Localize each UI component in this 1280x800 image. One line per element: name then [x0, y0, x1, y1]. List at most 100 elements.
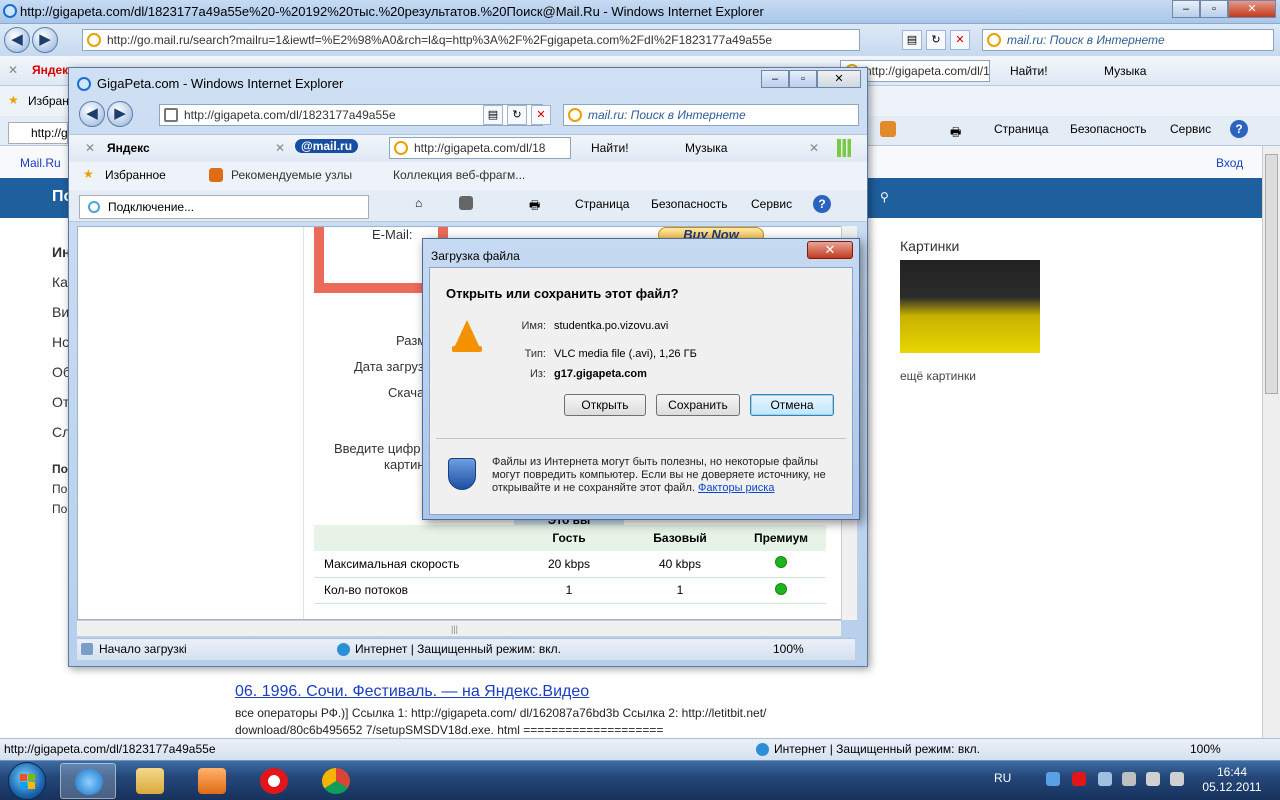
cancel-button[interactable]: Отмена: [750, 394, 834, 416]
minimize-button[interactable]: –: [1172, 0, 1200, 18]
inner-maximize-button[interactable]: ▫: [789, 70, 817, 88]
inner-search-box[interactable]: mail.ru: Поиск в Интернете: [563, 104, 859, 126]
login-link[interactable]: Вход: [1216, 156, 1243, 170]
taskbar-explorer[interactable]: [122, 763, 178, 799]
taskbar-ie[interactable]: [60, 763, 116, 799]
compat-view-icon[interactable]: ▤: [902, 30, 922, 50]
search-result-title[interactable]: 06. 1996. Сочи. Фестиваль. — на Яндекс.В…: [235, 683, 589, 701]
find-button[interactable]: Найти!: [1010, 64, 1048, 78]
mailru-button[interactable]: @mail.ru: [295, 139, 359, 153]
taskbar-media-player[interactable]: [184, 763, 240, 799]
network-icon[interactable]: [1098, 772, 1112, 786]
file-name: studentka.po.vizovu.avi: [554, 320, 669, 332]
scroll-grip-icon[interactable]: |||: [451, 624, 458, 634]
tools-menu[interactable]: Сервис: [751, 197, 792, 211]
page-left-column: [78, 227, 304, 619]
page-menu[interactable]: Страница: [575, 197, 629, 211]
left-nav-item[interactable]: Ка: [52, 274, 68, 290]
stop-icon[interactable]: ✕: [950, 30, 970, 50]
dialog-warning: Файлы из Интернета могут быть полезны, н…: [492, 456, 838, 495]
print-icon[interactable]: 🖶: [950, 123, 961, 144]
mailru-search-icon: [568, 108, 582, 122]
inner-toolbar-address[interactable]: http://gigapeta.com/dl/18: [389, 137, 571, 159]
tariff-header-cell: [314, 525, 514, 551]
toolbar-close-icon[interactable]: ✕: [809, 141, 819, 155]
unlimited-icon: [775, 556, 787, 569]
music-button[interactable]: Музыка: [685, 141, 727, 155]
language-indicator[interactable]: RU: [994, 771, 1011, 785]
clock[interactable]: 16:44 05.12.2011: [1196, 765, 1268, 795]
help-icon[interactable]: ?: [1230, 120, 1248, 138]
tariff-basic-value: 40 kbps: [624, 551, 736, 578]
left-nav-item[interactable]: От: [52, 394, 69, 410]
recommended-sites-button[interactable]: Рекомендуемые узлы: [231, 168, 352, 182]
search-icon[interactable]: ⚲: [880, 190, 889, 204]
tray-icon[interactable]: [1046, 772, 1060, 786]
page-menu[interactable]: Страница: [994, 122, 1048, 136]
left-nav-item[interactable]: По: [52, 482, 67, 496]
risk-factors-link[interactable]: Факторы риска: [698, 482, 774, 494]
tariff-header-cell[interactable]: Премиум: [736, 525, 826, 551]
start-button[interactable]: [8, 762, 46, 800]
save-button[interactable]: Сохранить: [656, 394, 740, 416]
type-key: Тип:: [524, 348, 546, 360]
refresh-icon[interactable]: ↻: [507, 105, 527, 125]
inner-zoom-level[interactable]: 100%: [773, 639, 804, 659]
music-button[interactable]: Музыка: [1104, 64, 1146, 78]
outer-vertical-scrollbar[interactable]: [1262, 146, 1280, 738]
flag-icon[interactable]: [1122, 772, 1136, 786]
network-icon[interactable]: [1146, 772, 1160, 786]
volume-icon[interactable]: [1170, 772, 1184, 786]
more-pictures-link[interactable]: ещё картинки: [900, 369, 976, 383]
inner-forward-button[interactable]: ▶: [107, 101, 133, 127]
tariff-row-name: Кол-во потоков: [314, 577, 514, 604]
find-button[interactable]: Найти!: [591, 141, 629, 155]
back-button[interactable]: ◀: [4, 27, 30, 53]
zoom-level[interactable]: 100%: [1190, 739, 1221, 759]
taskbar-chrome[interactable]: [308, 763, 364, 799]
forward-button[interactable]: ▶: [32, 27, 58, 53]
inner-horizontal-scrollbar[interactable]: |||: [77, 620, 841, 636]
safety-menu[interactable]: Безопасность: [1070, 122, 1147, 136]
close-button[interactable]: ✕: [1228, 0, 1276, 18]
compat-view-icon[interactable]: ▤: [483, 105, 503, 125]
toolbar-close-icon[interactable]: ✕: [85, 141, 95, 155]
toolbar-close-icon[interactable]: ✕: [8, 63, 18, 77]
left-nav-item[interactable]: По: [52, 502, 67, 516]
help-icon[interactable]: ?: [813, 195, 831, 213]
web-slice-gallery-button[interactable]: Коллекция веб-фрагм...: [393, 168, 525, 182]
inner-back-button[interactable]: ◀: [79, 101, 105, 127]
inner-close-button[interactable]: ✕: [817, 70, 861, 88]
file-source: g17.gigapeta.com: [554, 368, 647, 380]
tray-opera-icon[interactable]: [1072, 772, 1086, 786]
opera-icon: [260, 768, 288, 794]
from-key: Из:: [529, 368, 546, 380]
print-icon[interactable]: 🖶: [529, 196, 540, 217]
open-button[interactable]: Открыть: [564, 394, 646, 416]
toolbar-close-icon[interactable]: ✕: [275, 141, 285, 155]
tariff-guest-value: 20 kbps: [514, 551, 624, 578]
mailru-brand-link[interactable]: Mail.Ru: [20, 156, 61, 170]
outer-search-box[interactable]: mail.ru: Поиск в Интернете: [982, 29, 1274, 51]
maximize-button[interactable]: ▫: [1200, 0, 1228, 18]
tools-menu[interactable]: Сервис: [1170, 122, 1211, 136]
tariff-header-cell: Гость: [514, 525, 624, 551]
dialog-close-button[interactable]: ✕: [807, 241, 853, 259]
inner-minimize-button[interactable]: –: [761, 70, 789, 88]
snippet-line: download/80c6b495652 7/setupSMSDV18d.exe…: [235, 723, 664, 737]
inner-tab[interactable]: Подключение...: [79, 195, 369, 219]
safety-menu[interactable]: Безопасность: [651, 197, 728, 211]
yandex-label[interactable]: Яндекс: [107, 141, 150, 155]
outer-address-bar[interactable]: http://go.mail.ru/search?mailru=1&iewtf=…: [82, 29, 860, 51]
stop-icon[interactable]: ✕: [531, 105, 551, 125]
home-icon[interactable]: ⌂: [415, 196, 422, 210]
taskbar-opera[interactable]: [246, 763, 302, 799]
outer-tab[interactable]: http://g: [8, 122, 68, 144]
left-nav-item[interactable]: Ви: [52, 304, 69, 320]
rss-icon[interactable]: [880, 121, 896, 137]
favorites-button[interactable]: Избранное: [105, 168, 166, 182]
pictures-thumbnail[interactable]: [900, 260, 1040, 353]
refresh-icon[interactable]: ↻: [926, 30, 946, 50]
rss-icon[interactable]: [459, 196, 473, 210]
scroll-thumb[interactable]: [1265, 154, 1278, 394]
